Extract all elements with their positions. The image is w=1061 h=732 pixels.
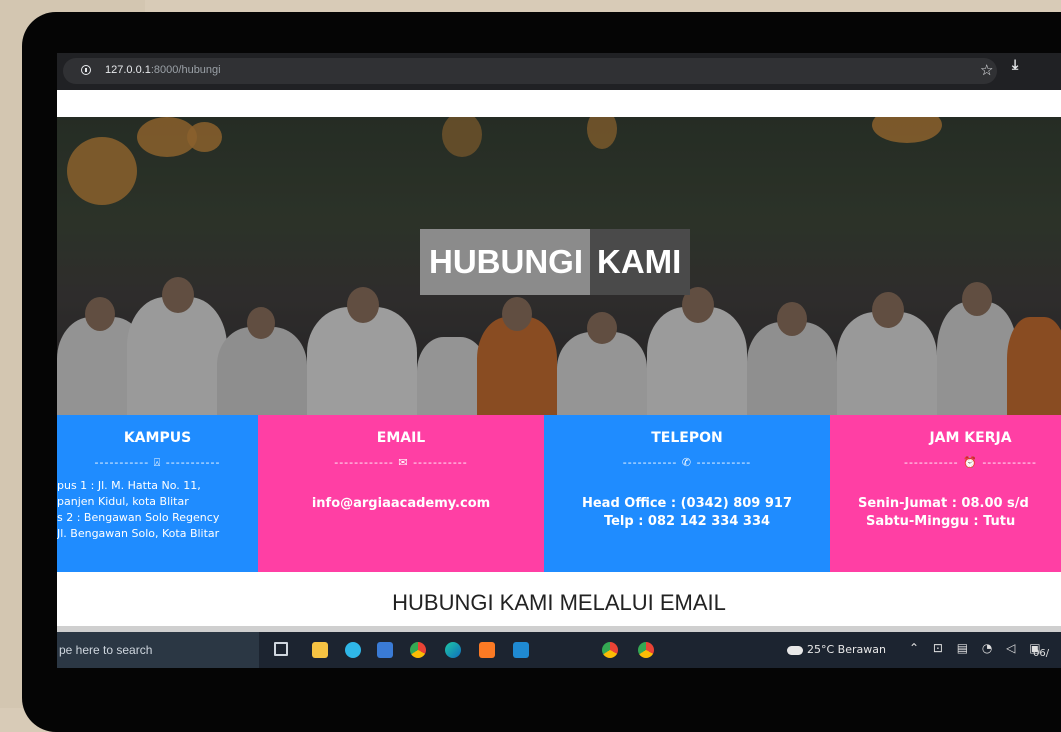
page-title: HUBUNGI KAMI	[420, 229, 691, 295]
vscode-icon[interactable]	[513, 642, 529, 658]
hours-line: Senin-Jumat : 08.00 s/d	[858, 496, 1029, 511]
phone-line: Telp : 082 142 334 334	[603, 514, 771, 529]
hero-banner: HUBUNGI KAMI	[57, 117, 1061, 415]
task-view-icon[interactable]	[274, 642, 288, 656]
url-omnibox[interactable]: 127.0.0.1:8000/hubungi ☆	[63, 58, 997, 84]
card-title: TELEPON	[651, 430, 723, 446]
hours-line: Sabtu-Minggu : Tutu	[866, 514, 1016, 529]
contact-info-cards: KAMPUS ----------- ⍓ ----------- pus 1 :…	[57, 415, 1061, 572]
phone-icon: ----------- ✆ -----------	[622, 456, 752, 469]
bookmark-star-icon[interactable]: ☆	[980, 61, 993, 79]
weather-widget[interactable]: 25°C Berawan	[787, 643, 886, 656]
url-text[interactable]: 127.0.0.1:8000/hubungi	[105, 64, 221, 76]
chrome-profile-icon[interactable]	[638, 642, 654, 658]
file-explorer-icon[interactable]	[312, 642, 328, 658]
envelope-icon: ------------ ✉ -----------	[334, 456, 468, 469]
alarm-clock-icon: ----------- ⏰ -----------	[903, 456, 1037, 469]
browser-window: 127.0.0.1:8000/hubungi ☆ ⤓ HUBUNGI KAMI …	[57, 53, 1061, 668]
edge-icon[interactable]	[445, 642, 461, 658]
card-title: KAMPUS	[123, 430, 192, 446]
address-line: Jl. Bengawan Solo, Kota Blitar	[57, 527, 220, 540]
card-email: EMAIL ------------ ✉ ----------- info@ar…	[258, 415, 544, 572]
store-icon[interactable]	[377, 642, 393, 658]
card-title: EMAIL	[376, 430, 426, 446]
address-line: s 2 : Bengawan Solo Regency	[57, 511, 220, 524]
page-title-word2: KAMI	[590, 229, 691, 295]
chrome-active-icon[interactable]	[602, 642, 618, 658]
card-body: info@argiaacademy.com	[258, 495, 544, 513]
download-icon[interactable]: ⤓	[1012, 57, 1018, 73]
page-title-word1: HUBUNGI	[420, 229, 590, 295]
cloud-icon	[787, 645, 803, 655]
site-info-icon[interactable]	[81, 65, 91, 75]
email-link[interactable]: info@argiaacademy.com	[258, 495, 544, 513]
card-kampus: KAMPUS ----------- ⍓ ----------- pus 1 :…	[57, 415, 258, 572]
xampp-icon[interactable]	[479, 642, 495, 658]
url-host: 127.0.0.1	[105, 64, 151, 76]
system-tray[interactable]: ⌃ ⊡ ▤ ◔ ◁ ▣	[909, 641, 1046, 655]
chrome-icon[interactable]	[410, 642, 426, 658]
card-title: JAM KERJA	[929, 430, 1012, 446]
address-bar: 127.0.0.1:8000/hubungi ☆ ⤓	[57, 53, 1061, 90]
card-telepon: TELEPON ----------- ✆ ----------- Head O…	[544, 415, 830, 572]
card-body: Head Office : (0342) 809 917 Telp : 082 …	[544, 495, 830, 531]
phone-line: Head Office : (0342) 809 917	[581, 496, 792, 511]
card-jam-kerja: JAM KERJA ----------- ⏰ ----------- Seni…	[830, 415, 1061, 572]
address-line: panjen Kidul, kota Blitar	[57, 495, 189, 508]
card-body: pus 1 : Jl. M. Hatta No. 11, panjen Kidu…	[57, 478, 258, 542]
url-path: :8000/hubungi	[150, 64, 221, 76]
email-section-title: HUBUNGI KAMI MELALUI EMAIL	[57, 572, 1061, 626]
address-line: pus 1 : Jl. M. Hatta No. 11,	[57, 479, 201, 492]
taskbar-search-input[interactable]: pe here to search	[57, 632, 259, 668]
site-navbar	[57, 90, 1061, 117]
taskbar-clock[interactable]: 06/	[1033, 648, 1049, 659]
card-body: Senin-Jumat : 08.00 s/d Sabtu-Minggu : T…	[830, 495, 1061, 531]
bing-icon[interactable]	[345, 642, 361, 658]
windows-taskbar: pe here to search 25°C Berawan ⌃ ⊡ ▤ ◔ ◁…	[57, 632, 1061, 668]
building-icon: ----------- ⍓ -----------	[94, 456, 221, 469]
weather-text: 25°C Berawan	[807, 643, 886, 656]
